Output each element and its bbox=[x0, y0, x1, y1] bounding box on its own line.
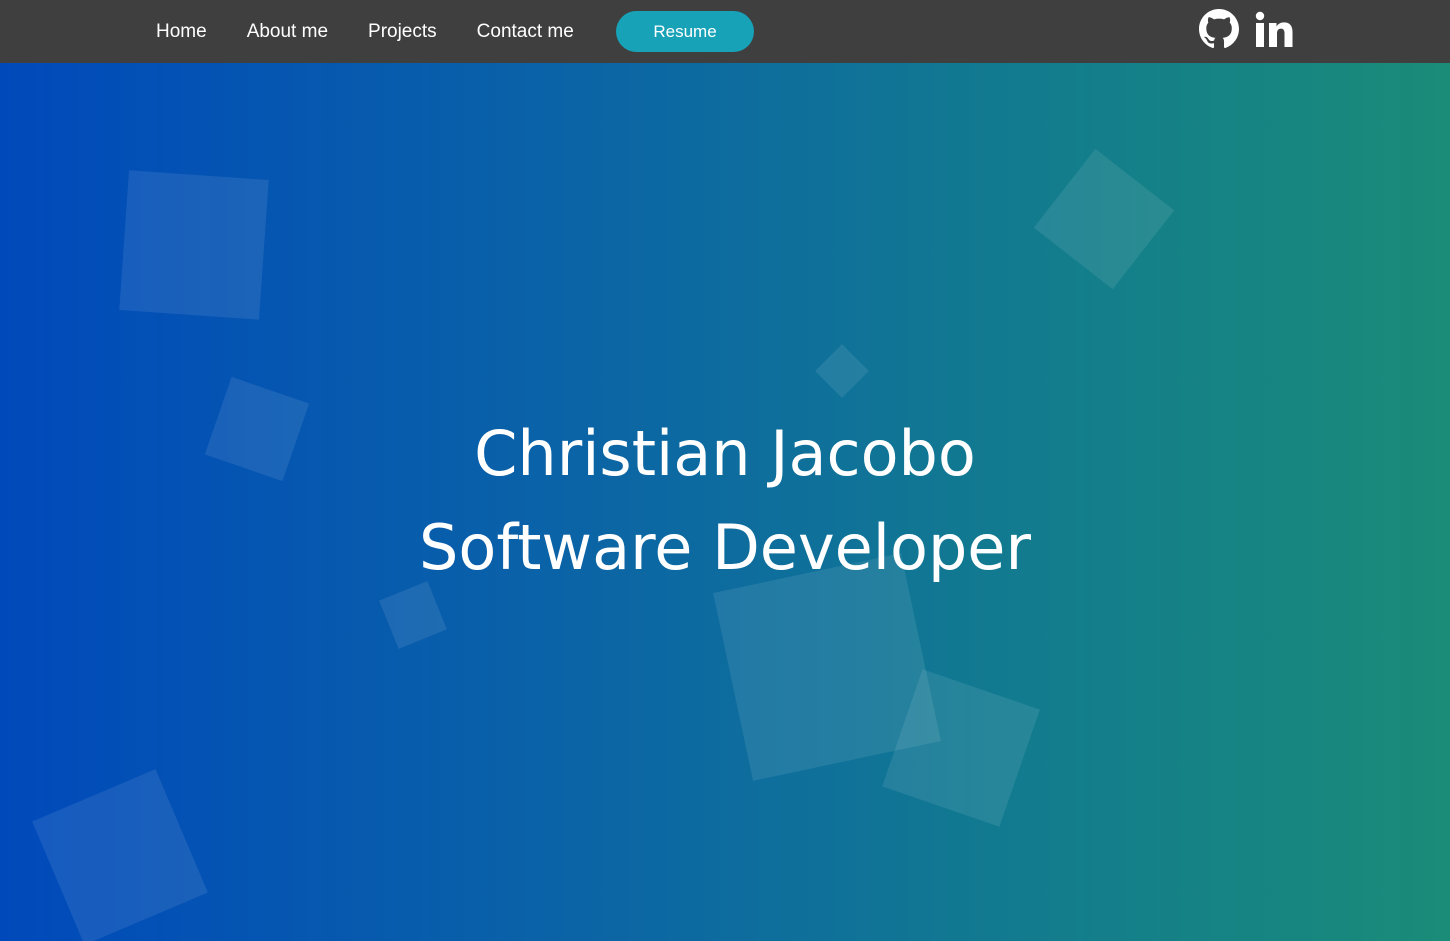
hero-title: Software Developer bbox=[419, 511, 1031, 584]
resume-button[interactable]: Resume bbox=[616, 11, 754, 52]
decorative-square bbox=[32, 769, 208, 941]
nav-link-contact[interactable]: Contact me bbox=[477, 21, 574, 43]
decorative-square bbox=[1033, 148, 1175, 290]
nav-link-projects[interactable]: Projects bbox=[368, 21, 437, 43]
nav-links: Home About me Projects Contact me bbox=[156, 0, 614, 63]
decorative-square bbox=[119, 170, 269, 320]
hero-section: Christian Jacobo Software Developer bbox=[0, 63, 1450, 941]
nav-link-about[interactable]: About me bbox=[247, 21, 328, 43]
hero-name: Christian Jacobo bbox=[474, 417, 976, 490]
nav-link-home[interactable]: Home bbox=[156, 21, 207, 43]
linkedin-icon bbox=[1253, 9, 1293, 54]
decorative-square bbox=[815, 344, 869, 398]
github-link[interactable] bbox=[1198, 8, 1240, 54]
decorative-square bbox=[379, 581, 447, 649]
github-icon bbox=[1199, 8, 1239, 54]
linkedin-link[interactable] bbox=[1252, 8, 1294, 54]
navbar: Home About me Projects Contact me Resume bbox=[0, 0, 1450, 63]
